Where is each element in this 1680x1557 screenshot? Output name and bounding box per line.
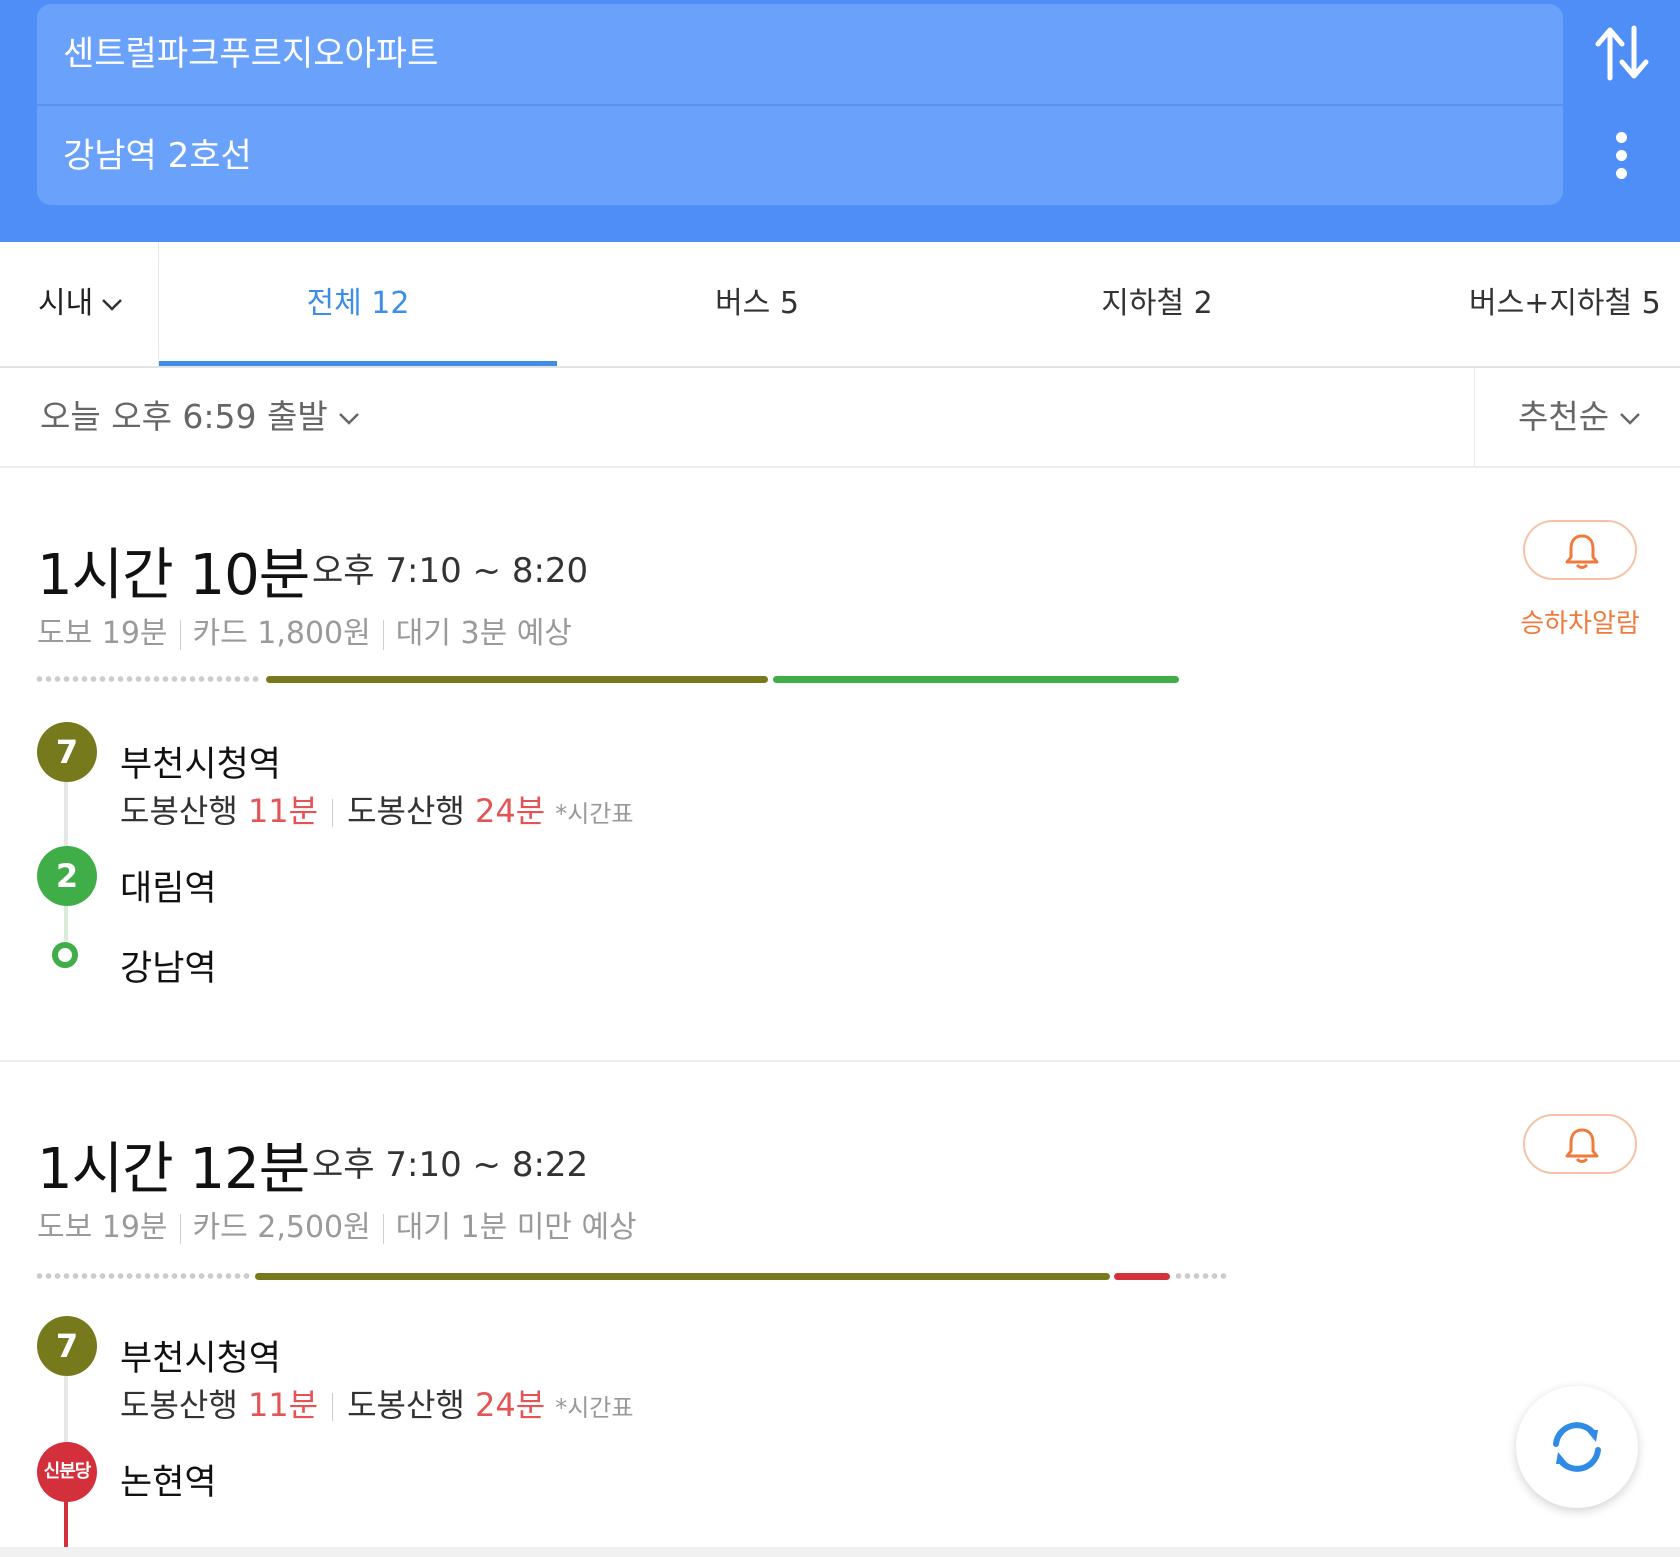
station-name: 논현역 <box>120 1463 217 1503</box>
tab-all[interactable]: 전체 12 <box>159 242 557 366</box>
alarm-label: 승하차알람 <box>1520 609 1640 639</box>
fare: 카드 1,800원 <box>192 616 371 651</box>
chevron-down-icon <box>1620 412 1640 425</box>
route-card[interactable]: 1시간 12분 오후 7:10 ~ 8:22 도보 19분 카드 2,500원 대기… <box>0 1062 1680 1557</box>
alarm-button[interactable] <box>1523 1114 1637 1174</box>
filter-row: 오늘 오후 6:59 출발 추천순 <box>0 368 1680 468</box>
line2-badge: 2 <box>37 846 97 906</box>
origin-input[interactable]: 센트럴파크푸르지오아파트 <box>37 4 1563 104</box>
swap-vertical-icon[interactable] <box>1590 18 1654 88</box>
destination-input[interactable]: 강남역 2호선 <box>37 106 1563 205</box>
active-tab-indicator <box>159 361 557 366</box>
route-inputs: 센트럴파크푸르지오아파트 강남역 2호선 <box>37 4 1563 205</box>
line7-badge: 7 <box>37 1316 97 1376</box>
shinbundang-segment <box>1114 1273 1170 1280</box>
line2-segment <box>773 676 1179 683</box>
arrival-info: 도봉산행 11분 도봉산행 24분 *시간표 <box>120 792 634 830</box>
departure-time-selector[interactable]: 오늘 오후 6:59 출발 <box>40 368 360 466</box>
timetable-link[interactable]: *시간표 <box>555 800 633 828</box>
search-header: 센트럴파크푸르지오아파트 강남역 2호선 <box>0 0 1680 242</box>
station-name: 부천시청역 <box>120 1339 282 1379</box>
bell-icon <box>1565 534 1599 569</box>
line7-segment <box>266 676 768 683</box>
tab-subway[interactable]: 지하철 2 <box>957 242 1357 366</box>
region-selector[interactable]: 시내 <box>38 242 123 366</box>
sort-selector[interactable]: 추천순 <box>1518 368 1641 466</box>
chevron-down-icon <box>338 412 359 425</box>
refresh-button[interactable] <box>1516 1386 1638 1508</box>
route-duration: 1시간 12분 <box>37 1137 310 1202</box>
refresh-icon <box>1553 1422 1601 1472</box>
station-name: 대림역 <box>120 869 217 909</box>
more-vertical-icon[interactable] <box>1605 126 1639 186</box>
fare: 카드 2,500원 <box>192 1210 371 1245</box>
region-label: 시내 <box>38 286 94 321</box>
route-summary: 도보 19분 카드 1,800원 대기 3분 예상 <box>37 608 572 652</box>
route-time-range: 오후 7:10 ~ 8:22 <box>312 1145 589 1185</box>
walk-segment <box>1174 1273 1229 1279</box>
route-duration: 1시간 10분 <box>37 543 310 608</box>
station-name: 강남역 <box>120 949 217 989</box>
destination-dot-icon <box>52 942 78 968</box>
tab-bus-subway[interactable]: 버스+지하철 5 <box>1357 242 1680 366</box>
station-name: 부천시청역 <box>120 745 282 785</box>
route-card[interactable]: 1시간 10분 오후 7:10 ~ 8:20 도보 19분 카드 1,800원 대기… <box>0 468 1680 1062</box>
tab-bus[interactable]: 버스 5 <box>557 242 957 366</box>
sort-label: 추천순 <box>1518 397 1610 436</box>
timetable-link[interactable]: *시간표 <box>555 1394 633 1422</box>
route-time-range: 오후 7:10 ~ 8:20 <box>312 551 589 591</box>
alarm-button[interactable] <box>1523 520 1637 580</box>
walk-segment <box>35 1273 251 1279</box>
wait-time: 대기 1분 미만 예상 <box>395 1210 637 1245</box>
line7-badge: 7 <box>37 722 97 782</box>
chevron-down-icon <box>102 298 123 311</box>
arrival-info: 도봉산행 11분 도봉산행 24분 *시간표 <box>120 1386 634 1424</box>
filter-divider <box>1474 368 1475 466</box>
route-summary: 도보 19분 카드 2,500원 대기 1분 미만 예상 <box>37 1202 637 1246</box>
bell-icon <box>1565 1128 1599 1163</box>
line7-segment <box>255 1273 1110 1280</box>
bottom-strip <box>0 1547 1680 1557</box>
walk-time: 도보 19분 <box>37 616 168 651</box>
shinbundang-badge: 신분당 <box>37 1442 97 1502</box>
departure-time-label: 오늘 오후 6:59 출발 <box>40 397 328 436</box>
walk-segment <box>35 676 261 682</box>
wait-time: 대기 3분 예상 <box>395 616 572 651</box>
walk-time: 도보 19분 <box>37 1210 168 1245</box>
transport-tabs: 시내 전체 12 버스 5 지하철 2 버스+지하철 5 <box>0 242 1680 368</box>
